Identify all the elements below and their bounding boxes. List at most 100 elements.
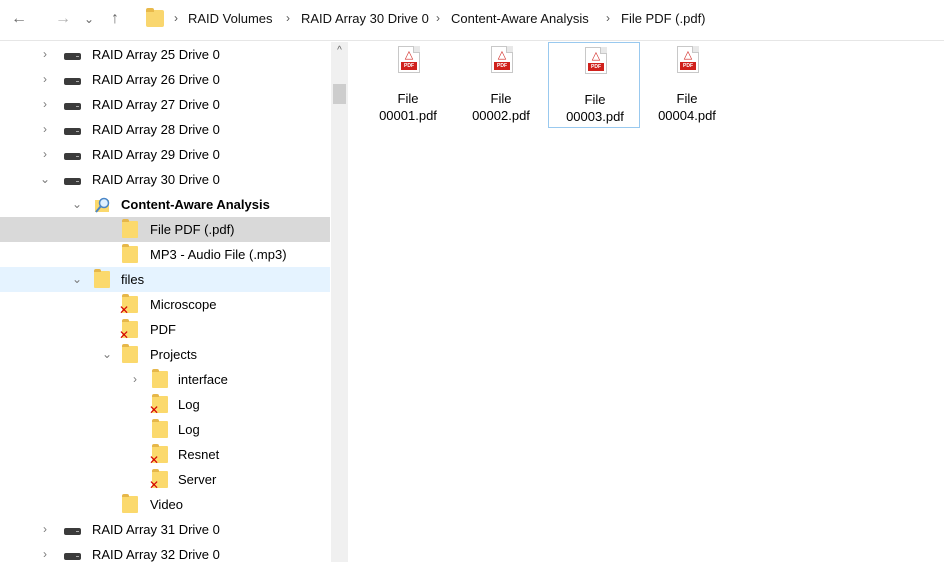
tree-item-label: RAID Array 27 Drive 0 — [92, 97, 220, 112]
tree-item-label: RAID Array 28 Drive 0 — [92, 122, 220, 137]
file-name-line2: 00001.pdf — [379, 108, 437, 123]
drive-icon — [64, 528, 81, 535]
deleted-folder-icon: ✕ — [149, 394, 168, 417]
recent-locations-chevron-icon[interactable]: ⌄ — [80, 9, 98, 29]
folder-icon — [152, 369, 168, 388]
tree-item[interactable]: Video — [0, 492, 330, 517]
chevron-down-icon[interactable]: ⌄ — [70, 267, 84, 292]
drive-icon — [64, 78, 81, 85]
tree-item-label: RAID Array 30 Drive 0 — [92, 172, 220, 187]
tree-item-label: files — [121, 272, 145, 287]
scroll-up-arrow-icon[interactable]: ^ — [331, 42, 348, 59]
file-item[interactable]: △ PDF File 00002.pdf — [455, 42, 547, 128]
chevron-right-icon[interactable]: › — [38, 67, 52, 92]
file-list: △ PDF File 00001.pdf △ PDF File 00002.pdf △ PDF Fi… — [350, 42, 944, 562]
tree-item[interactable]: ✕ Server — [0, 467, 330, 492]
pdf-badge: PDF — [588, 63, 604, 71]
tree-item[interactable]: ✕ Microscope — [0, 292, 330, 317]
chevron-down-icon[interactable]: ⌄ — [38, 167, 52, 192]
tree-item-label: File PDF (.pdf) — [150, 222, 235, 237]
pdf-badge: PDF — [401, 62, 417, 70]
file-item[interactable]: △ PDF File 00001.pdf — [362, 42, 454, 128]
file-name-line1: File — [490, 91, 512, 106]
file-name-line1: File — [676, 91, 698, 106]
file-item[interactable]: △ PDF File 00003.pdf — [548, 42, 640, 128]
pdf-file-icon: △ PDF — [491, 46, 513, 73]
tree-item-label: Microscope — [150, 297, 217, 312]
tree-item[interactable]: ✕ PDF — [0, 317, 330, 342]
breadcrumb-content-aware-analysis[interactable]: Content-Aware Analysis — [451, 11, 589, 26]
tree-item[interactable]: › interface — [0, 367, 330, 392]
breadcrumb-separator-icon[interactable]: › — [174, 11, 178, 25]
chevron-down-icon[interactable]: ⌄ — [100, 342, 114, 367]
drive-icon — [64, 178, 81, 185]
tree-item-label: Resnet — [178, 447, 220, 462]
up-arrow-icon[interactable]: ↑ — [106, 9, 124, 29]
breadcrumb-file-pdf[interactable]: File PDF (.pdf) — [621, 11, 706, 26]
tree-item-label: interface — [178, 372, 228, 387]
tree-item[interactable]: ⌄ files — [0, 267, 330, 292]
tree-item[interactable]: › RAID Array 25 Drive 0 — [0, 42, 330, 67]
chevron-right-icon[interactable]: › — [128, 367, 142, 392]
tree-item-label: Projects — [150, 347, 197, 362]
tree-item[interactable]: Log — [0, 417, 330, 442]
drive-icon — [64, 153, 81, 160]
tree-item-label: Video — [150, 497, 184, 512]
tree-item[interactable]: › RAID Array 26 Drive 0 — [0, 67, 330, 92]
tree-item-label: Log — [178, 422, 200, 437]
folder-icon — [122, 244, 138, 263]
deleted-x-icon: ✕ — [119, 328, 130, 342]
tree-item-label: PDF — [150, 322, 176, 337]
tree-item-label: RAID Array 25 Drive 0 — [92, 47, 220, 62]
deleted-x-icon: ✕ — [149, 453, 160, 467]
chevron-right-icon[interactable]: › — [38, 517, 52, 542]
tree-item[interactable]: ⌄ Content-Aware Analysis — [0, 192, 330, 217]
tree-item[interactable]: › RAID Array 27 Drive 0 — [0, 92, 330, 117]
chevron-down-icon[interactable]: ⌄ — [70, 192, 84, 217]
tree-item[interactable]: MP3 - Audio File (.mp3) — [0, 242, 330, 267]
tree-item[interactable]: › RAID Array 29 Drive 0 — [0, 142, 330, 167]
chevron-right-icon[interactable]: › — [38, 42, 52, 67]
breadcrumb-raid-volumes[interactable]: RAID Volumes — [188, 11, 273, 26]
back-arrow-icon[interactable]: ← — [10, 9, 28, 29]
file-name-line1: File — [397, 91, 419, 106]
breadcrumb-raid-array-30[interactable]: RAID Array 30 Drive 0 — [301, 11, 429, 26]
folder-icon — [152, 419, 168, 438]
deleted-folder-icon: ✕ — [119, 294, 138, 316]
tree-item[interactable]: ✕ Log — [0, 392, 330, 417]
address-path[interactable]: › RAID Volumes › RAID Array 30 Drive 0 ›… — [140, 6, 940, 33]
scroll-thumb[interactable] — [333, 84, 346, 104]
chevron-right-icon[interactable]: › — [38, 117, 52, 142]
navigation-tree: › RAID Array 25 Drive 0 › RAID Array 26 Dri… — [0, 42, 330, 562]
tree-item[interactable]: ⌄ Projects — [0, 342, 330, 367]
breadcrumb-separator-icon[interactable]: › — [286, 11, 290, 25]
folder-icon — [122, 344, 138, 363]
tree-item[interactable]: › RAID Array 28 Drive 0 — [0, 117, 330, 142]
tree-item[interactable]: ✕ Resnet — [0, 442, 330, 467]
pdf-file-icon: △ PDF — [677, 46, 699, 73]
tree-item[interactable]: › RAID Array 32 Drive 0 — [0, 542, 330, 562]
breadcrumb-separator-icon[interactable]: › — [606, 11, 610, 25]
chevron-right-icon[interactable]: › — [38, 542, 52, 562]
pdf-file-icon: △ PDF — [398, 46, 420, 73]
tree-scrollbar[interactable]: ^ — [331, 42, 348, 562]
tree-item-label: Content-Aware Analysis — [121, 197, 270, 212]
deleted-x-icon: ✕ — [149, 403, 160, 417]
folder-icon — [146, 8, 164, 27]
tree-item[interactable]: File PDF (.pdf) — [0, 217, 330, 242]
forward-arrow-icon[interactable]: → — [54, 9, 72, 29]
address-bar: ← → ⌄ ↑ › RAID Volumes › RAID Array 30 D… — [0, 0, 944, 41]
tree-item[interactable]: ⌄ RAID Array 30 Drive 0 — [0, 167, 330, 192]
drive-icon — [64, 53, 81, 60]
file-item[interactable]: △ PDF File 00004.pdf — [641, 42, 733, 128]
drive-icon — [64, 103, 81, 110]
file-name-line1: File — [584, 92, 606, 107]
tree-item[interactable]: › RAID Array 31 Drive 0 — [0, 517, 330, 542]
file-name-line2: 00002.pdf — [472, 108, 530, 123]
deleted-x-icon: ✕ — [149, 478, 160, 492]
breadcrumb-separator-icon[interactable]: › — [436, 11, 440, 25]
chevron-right-icon[interactable]: › — [38, 92, 52, 117]
search-folder-icon — [94, 196, 112, 214]
file-name-line2: 00003.pdf — [566, 109, 624, 124]
chevron-right-icon[interactable]: › — [38, 142, 52, 167]
